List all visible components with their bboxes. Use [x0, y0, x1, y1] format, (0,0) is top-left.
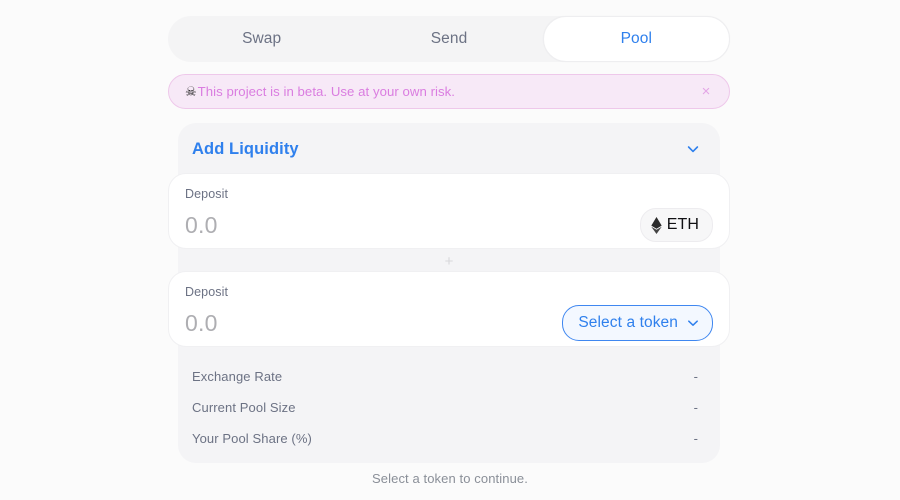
tab-swap-label: Swap — [242, 30, 282, 47]
token-selector-empty[interactable]: Select a token — [562, 305, 713, 341]
stat-label: Your Pool Share (%) — [192, 431, 312, 446]
chevron-down-icon[interactable] — [686, 142, 700, 156]
select-token-label: Select a token — [578, 314, 678, 331]
close-icon[interactable]: × — [697, 83, 715, 101]
stat-value: - — [693, 369, 698, 384]
tab-send-label: Send — [430, 30, 468, 47]
deposit-amount-input-2[interactable] — [185, 309, 563, 337]
deposit-label-1: Deposit — [185, 187, 229, 201]
beta-warning-text: This project is in beta. Use at your own… — [197, 84, 456, 99]
deposit-label-2: Deposit — [185, 285, 229, 299]
stat-row-exchange-rate: Exchange Rate - — [192, 361, 698, 392]
deposit-card-1: Deposit ETH — [168, 173, 730, 249]
add-liquidity-header[interactable]: Add Liquidity — [178, 123, 720, 175]
stat-label: Current Pool Size — [192, 400, 296, 415]
ethereum-icon — [650, 216, 662, 234]
token-selector-eth[interactable]: ETH — [639, 208, 713, 242]
tab-send[interactable]: Send — [355, 16, 542, 62]
stat-row-your-pool-share: Your Pool Share (%) - — [192, 423, 698, 454]
beta-warning-banner: ☠ This project is in beta. Use at your o… — [168, 74, 730, 109]
plus-icon: + — [444, 252, 454, 270]
deposit-card-2: Deposit Select a token — [168, 271, 730, 347]
chevron-down-icon — [686, 316, 700, 330]
skull-icon: ☠ — [185, 84, 197, 99]
page-title: Add Liquidity — [192, 139, 299, 158]
stat-value: - — [693, 400, 698, 415]
dex-app: Swap Send Pool ☠ This project is in beta… — [0, 0, 900, 500]
stat-value: - — [693, 431, 698, 446]
token-symbol-label-1: ETH — [666, 216, 699, 233]
tab-swap[interactable]: Swap — [168, 16, 355, 62]
footer-message: Select a token to continue. — [372, 471, 528, 486]
tab-pool[interactable]: Pool — [542, 16, 730, 62]
mode-tab-bar: Swap Send Pool — [168, 16, 730, 62]
stat-label: Exchange Rate — [192, 369, 283, 384]
deposit-amount-input-1[interactable] — [185, 211, 640, 239]
deposit-row-1: ETH — [185, 208, 713, 242]
stat-row-current-pool-size: Current Pool Size - — [192, 392, 698, 423]
pool-stats: Exchange Rate - Current Pool Size - Your… — [178, 361, 720, 454]
add-liquidity-panel: Add Liquidity Deposit 0.0 ETH + Deposit … — [168, 123, 730, 463]
deposit-row-2: Select a token — [185, 305, 713, 341]
tab-pool-label: Pool — [620, 30, 653, 47]
